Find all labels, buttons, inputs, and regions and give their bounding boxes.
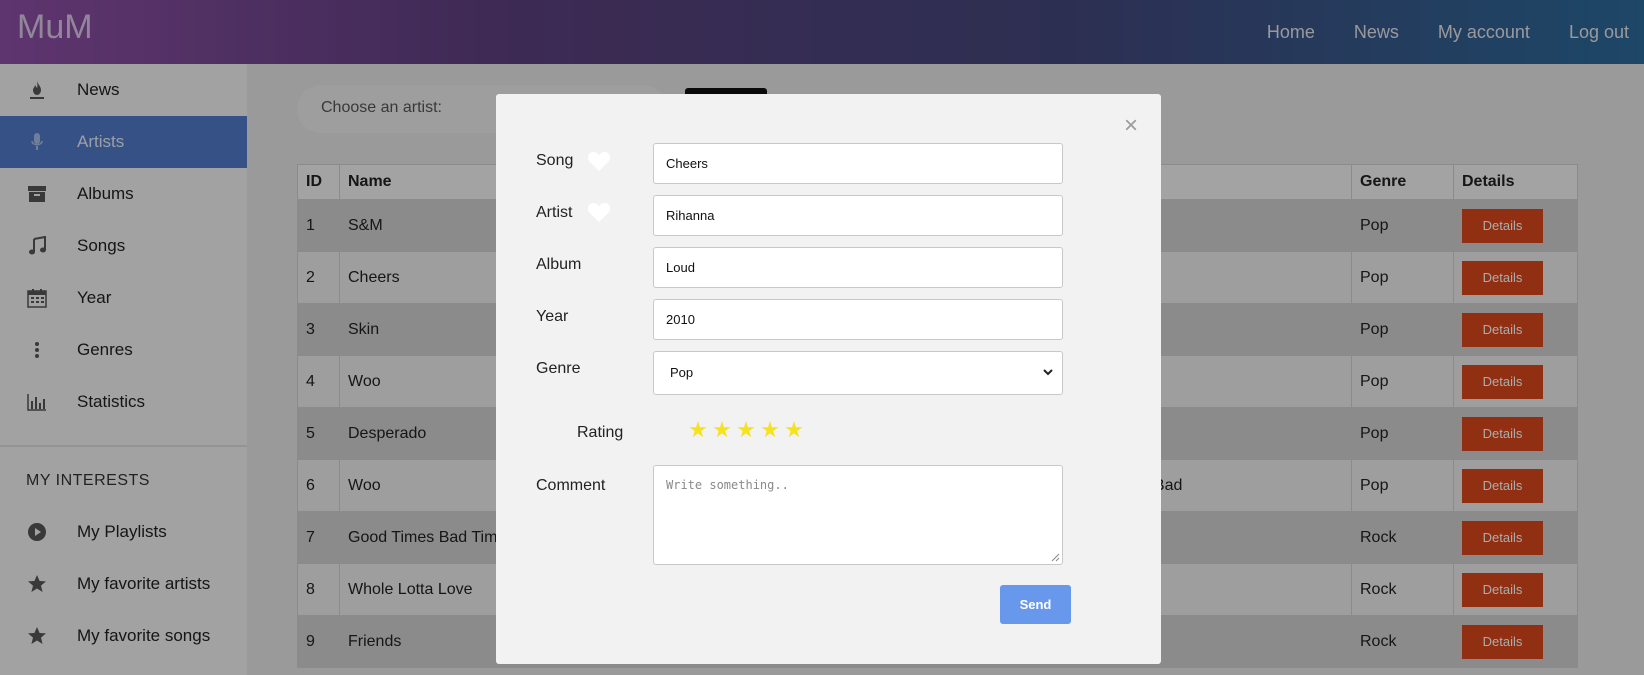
comment-field[interactable]: Write something.. <box>653 465 1063 565</box>
genre-label: Genre <box>536 360 581 377</box>
song-label: Song <box>536 152 574 169</box>
artist-field[interactable]: Rihanna <box>653 195 1063 236</box>
song-details-modal: × Song Cheers Artist Rihanna Album Loud … <box>496 94 1161 664</box>
heart-icon[interactable] <box>587 150 611 172</box>
rating-stars[interactable]: ★ ★ ★ ★ ★ <box>686 418 806 442</box>
star-icon[interactable]: ★ <box>734 418 758 442</box>
artist-label: Artist <box>536 204 573 221</box>
star-icon[interactable]: ★ <box>782 418 806 442</box>
album-label: Album <box>536 256 582 273</box>
send-button[interactable]: Send <box>1000 585 1071 624</box>
year-label: Year <box>536 308 569 325</box>
star-icon[interactable]: ★ <box>710 418 734 442</box>
album-field[interactable]: Loud <box>653 247 1063 288</box>
star-icon[interactable]: ★ <box>758 418 782 442</box>
rating-label: Rating <box>577 424 624 441</box>
comment-placeholder: Write something.. <box>666 478 789 492</box>
heart-icon[interactable] <box>587 201 611 223</box>
song-field[interactable]: Cheers <box>653 143 1063 184</box>
star-icon[interactable]: ★ <box>686 418 710 442</box>
genre-selected-value: Pop <box>670 365 694 380</box>
resize-handle-icon[interactable] <box>1051 553 1060 562</box>
chevron-down-icon <box>1043 369 1053 376</box>
genre-select[interactable]: Pop <box>653 351 1063 395</box>
comment-label: Comment <box>536 477 606 494</box>
close-icon[interactable]: × <box>1124 114 1138 138</box>
year-field[interactable]: 2010 <box>653 299 1063 340</box>
